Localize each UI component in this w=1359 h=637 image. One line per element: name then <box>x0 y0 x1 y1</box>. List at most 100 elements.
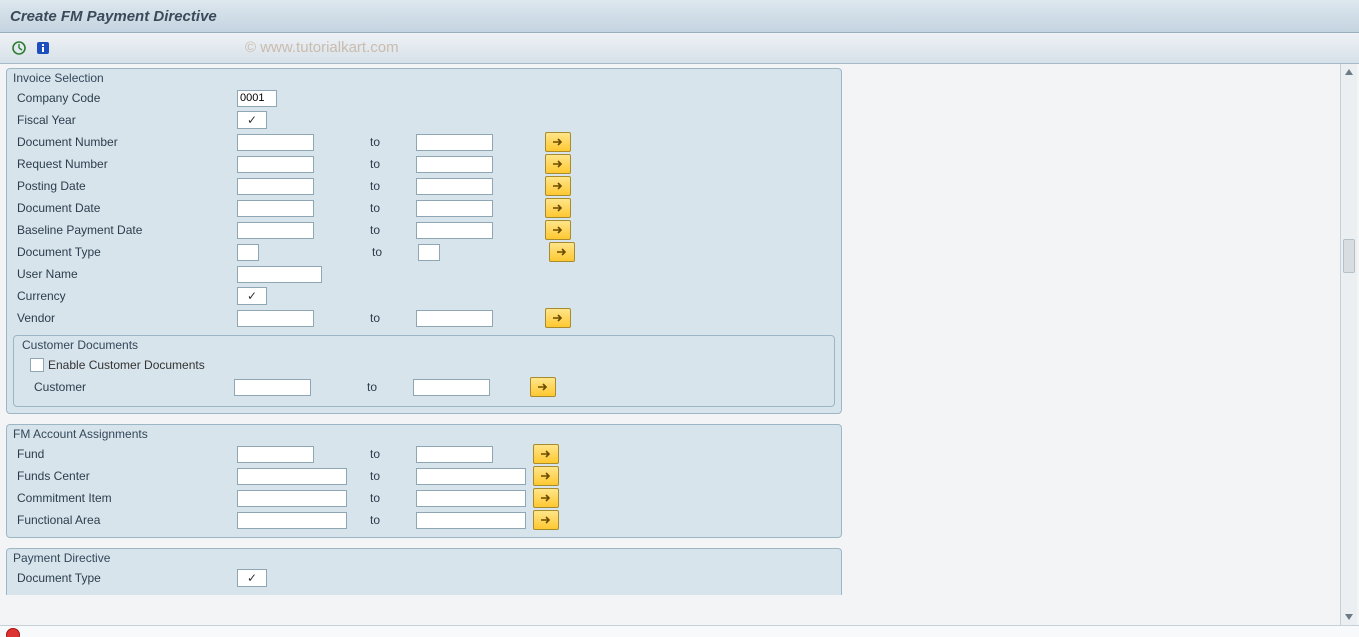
form-content: Invoice Selection Company Code Fiscal Ye… <box>0 64 848 601</box>
label-functional-area: Functional Area <box>13 513 237 527</box>
label-baseline-date: Baseline Payment Date <box>13 223 237 237</box>
label-to: to <box>366 201 416 215</box>
input-functional-area-to[interactable] <box>416 512 526 529</box>
label-to: to <box>363 380 413 394</box>
label-to: to <box>366 311 416 325</box>
label-document-number: Document Number <box>13 135 237 149</box>
scroll-down-icon[interactable] <box>1341 609 1357 625</box>
info-icon[interactable] <box>34 39 52 57</box>
multiple-selection-button[interactable] <box>533 488 559 508</box>
input-customer-to[interactable] <box>413 379 490 396</box>
input-document-number-from[interactable] <box>237 134 314 151</box>
label-commitment-item: Commitment Item <box>13 491 237 505</box>
row-fiscal-year: Fiscal Year <box>13 109 835 131</box>
input-fiscal-year[interactable] <box>237 111 267 129</box>
multiple-selection-button[interactable] <box>533 510 559 530</box>
input-document-date-from[interactable] <box>237 200 314 217</box>
input-fund-from[interactable] <box>237 446 314 463</box>
input-posting-date-to[interactable] <box>416 178 493 195</box>
label-to: to <box>366 135 416 149</box>
label-to: to <box>368 245 418 259</box>
watermark: © www.tutorialkart.com <box>245 39 399 56</box>
label-to: to <box>366 491 416 505</box>
label-vendor: Vendor <box>13 311 237 325</box>
group-title-fm-account: FM Account Assignments <box>7 425 841 443</box>
row-request-number: Request Number to <box>13 153 835 175</box>
label-to: to <box>366 223 416 237</box>
row-pd-document-type: Document Type <box>13 567 835 589</box>
label-fiscal-year: Fiscal Year <box>13 113 237 127</box>
input-fund-to[interactable] <box>416 446 493 463</box>
multiple-selection-button[interactable] <box>545 154 571 174</box>
multiple-selection-button[interactable] <box>545 198 571 218</box>
label-enable-customer-documents: Enable Customer Documents <box>48 358 205 372</box>
input-document-number-to[interactable] <box>416 134 493 151</box>
input-user-name[interactable] <box>237 266 322 283</box>
input-request-number-from[interactable] <box>237 156 314 173</box>
input-document-type-from[interactable] <box>237 244 259 261</box>
multiple-selection-button[interactable] <box>549 242 575 262</box>
label-to: to <box>366 513 416 527</box>
label-posting-date: Posting Date <box>13 179 237 193</box>
input-posting-date-from[interactable] <box>237 178 314 195</box>
multiple-selection-button[interactable] <box>533 444 559 464</box>
input-commitment-from[interactable] <box>237 490 347 507</box>
input-funds-center-to[interactable] <box>416 468 526 485</box>
input-funds-center-from[interactable] <box>237 468 347 485</box>
multiple-selection-button[interactable] <box>533 466 559 486</box>
label-to: to <box>366 447 416 461</box>
label-user-name: User Name <box>13 267 237 281</box>
main-content: Invoice Selection Company Code Fiscal Ye… <box>0 64 1359 625</box>
input-document-type-to[interactable] <box>418 244 440 261</box>
row-document-number: Document Number to <box>13 131 835 153</box>
input-currency[interactable] <box>237 287 267 305</box>
label-currency: Currency <box>13 289 237 303</box>
input-functional-area-from[interactable] <box>237 512 347 529</box>
row-document-type: Document Type to <box>13 241 835 263</box>
label-to: to <box>366 157 416 171</box>
input-company-code[interactable] <box>237 90 277 107</box>
execute-icon[interactable] <box>10 39 28 57</box>
status-bar <box>0 625 1359 637</box>
multiple-selection-button[interactable] <box>545 176 571 196</box>
multiple-selection-button[interactable] <box>545 220 571 240</box>
scroll-up-icon[interactable] <box>1341 64 1357 80</box>
label-company-code: Company Code <box>13 91 237 105</box>
input-commitment-to[interactable] <box>416 490 526 507</box>
row-customer: Customer to <box>30 376 826 398</box>
input-document-date-to[interactable] <box>416 200 493 217</box>
group-fm-account-assignments: FM Account Assignments Fund to Funds Cen… <box>6 424 842 538</box>
label-request-number: Request Number <box>13 157 237 171</box>
scroll-thumb[interactable] <box>1343 239 1355 273</box>
row-currency: Currency <box>13 285 835 307</box>
label-to: to <box>366 179 416 193</box>
input-customer-from[interactable] <box>234 379 311 396</box>
row-funds-center: Funds Center to <box>13 465 835 487</box>
label-customer: Customer <box>30 380 234 394</box>
multiple-selection-button[interactable] <box>545 308 571 328</box>
checkbox-enable-customer-documents[interactable] <box>30 358 44 372</box>
multiple-selection-button[interactable] <box>545 132 571 152</box>
subgroup-customer-documents: Customer Documents Enable Customer Docum… <box>13 335 835 407</box>
title-bar: Create FM Payment Directive <box>0 0 1359 33</box>
input-vendor-to[interactable] <box>416 310 493 327</box>
page-title: Create FM Payment Directive <box>10 8 217 25</box>
vertical-scrollbar[interactable] <box>1340 64 1357 625</box>
group-title-invoice-selection: Invoice Selection <box>7 69 841 87</box>
input-vendor-from[interactable] <box>237 310 314 327</box>
multiple-selection-button[interactable] <box>530 377 556 397</box>
row-vendor: Vendor to <box>13 307 835 329</box>
input-baseline-date-from[interactable] <box>237 222 314 239</box>
input-baseline-date-to[interactable] <box>416 222 493 239</box>
input-pd-document-type[interactable] <box>237 569 267 587</box>
label-fund: Fund <box>13 447 237 461</box>
label-document-type: Document Type <box>13 245 237 259</box>
input-request-number-to[interactable] <box>416 156 493 173</box>
row-commitment-item: Commitment Item to <box>13 487 835 509</box>
label-funds-center: Funds Center <box>13 469 237 483</box>
label-pd-document-type: Document Type <box>13 571 237 585</box>
row-fund: Fund to <box>13 443 835 465</box>
group-title-payment-directive: Payment Directive <box>7 549 841 567</box>
subgroup-title-customer-documents: Customer Documents <box>14 336 834 354</box>
scroll-track[interactable] <box>1341 80 1357 609</box>
